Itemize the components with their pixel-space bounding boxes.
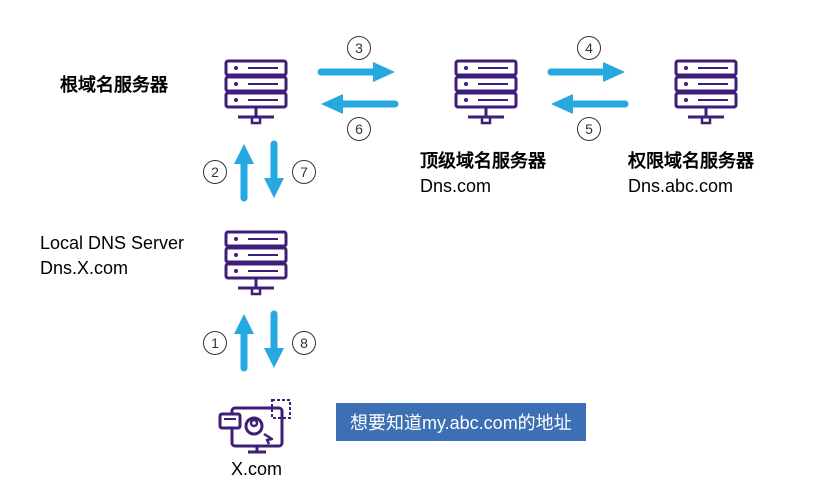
arrow-step-8 [262, 310, 286, 372]
dns-resolution-diagram: { "colors": { "line": "#3f1e7a", "arrow"… [0, 0, 815, 500]
auth-server-icon [668, 52, 746, 130]
local-server-sub: Dns.X.com [40, 257, 128, 280]
arrow-step-2 [232, 140, 256, 202]
step-4: 4 [577, 36, 601, 60]
step-7: 7 [292, 160, 316, 184]
client-label: X.com [231, 458, 282, 481]
root-server-icon [218, 52, 296, 130]
step-6: 6 [347, 117, 371, 141]
tld-server-sub: Dns.com [420, 175, 491, 198]
tld-server-label: 顶级域名服务器 [420, 150, 546, 173]
local-server-label: Local DNS Server [40, 232, 184, 255]
auth-server-label: 权限域名服务器 [628, 150, 754, 173]
arrow-step-5 [546, 92, 630, 116]
step-3: 3 [347, 36, 371, 60]
arrow-step-3 [316, 60, 400, 84]
tld-server-icon [448, 52, 526, 130]
arrow-step-7 [262, 140, 286, 202]
query-callout: 想要知道my.abc.com的地址 [336, 403, 586, 441]
arrow-step-6 [316, 92, 400, 116]
local-server-icon [218, 223, 296, 301]
auth-server-sub: Dns.abc.com [628, 175, 733, 198]
step-8: 8 [292, 331, 316, 355]
arrow-step-1 [232, 310, 256, 372]
step-2: 2 [203, 160, 227, 184]
client-icon [214, 388, 296, 466]
step-1: 1 [203, 331, 227, 355]
arrow-step-4 [546, 60, 630, 84]
root-server-label: 根域名服务器 [60, 74, 168, 97]
step-5: 5 [577, 117, 601, 141]
